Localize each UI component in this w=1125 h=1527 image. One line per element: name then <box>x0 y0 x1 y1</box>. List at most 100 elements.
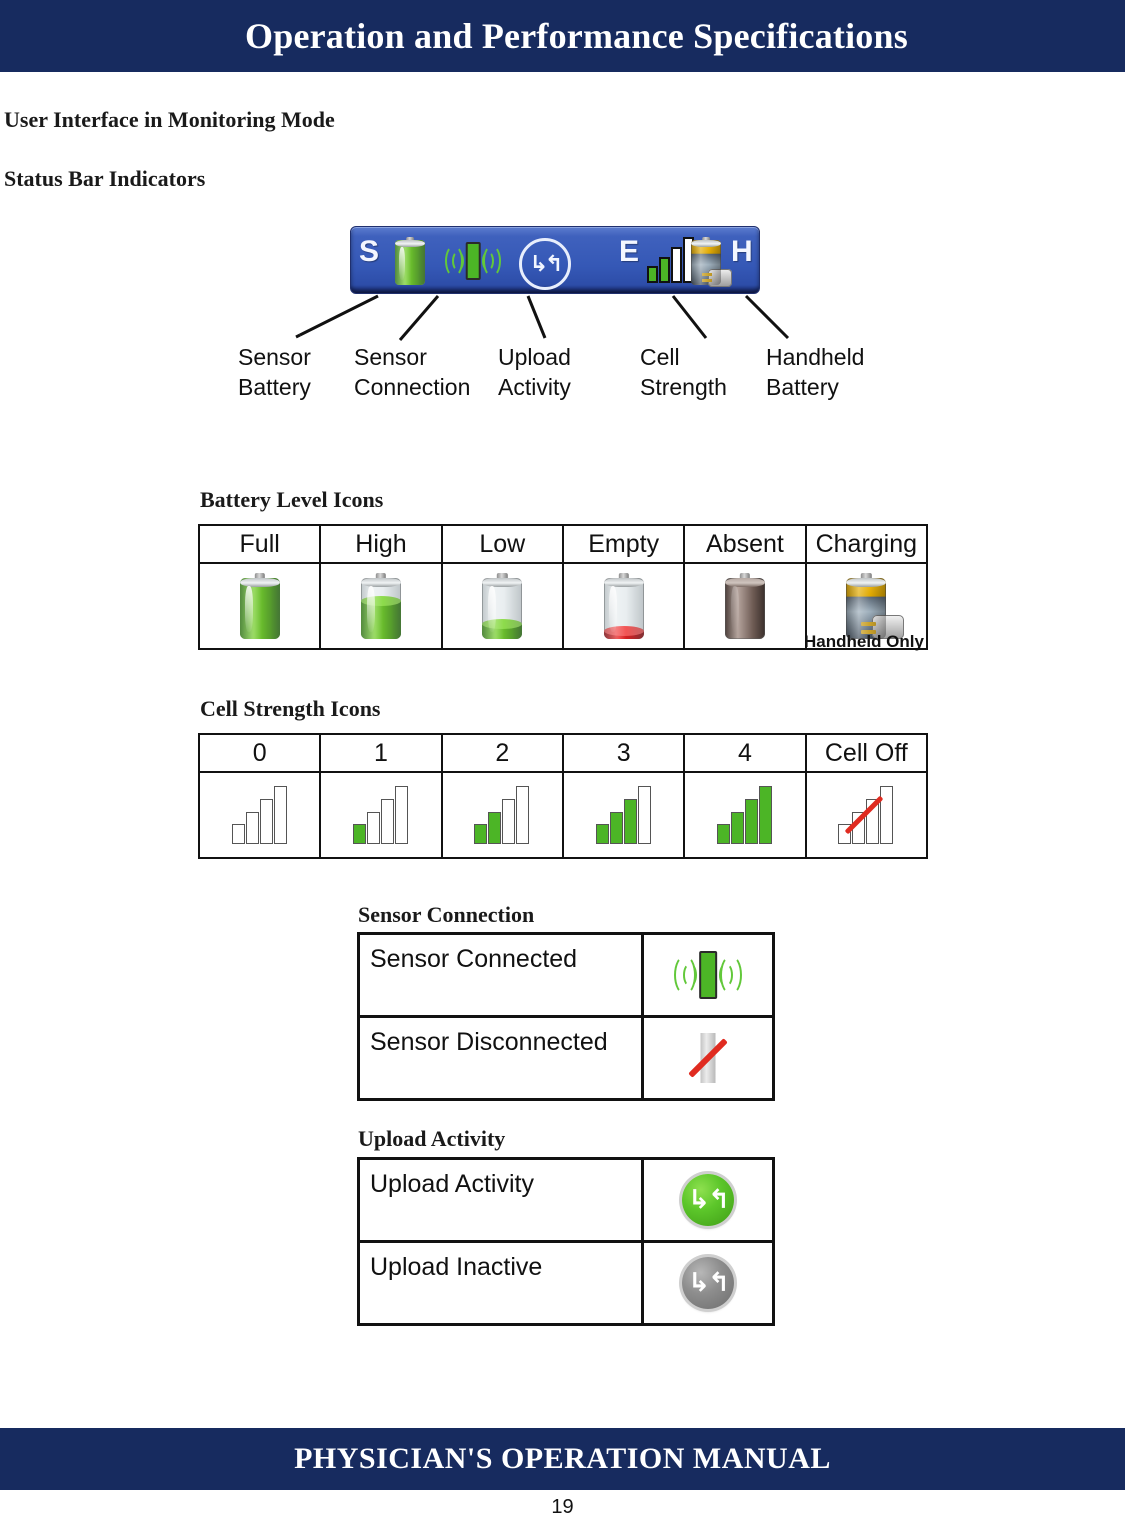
bar-3 <box>380 798 394 844</box>
table-header-row: Full High Low Empty Absent Charging <box>197 524 929 564</box>
cell-header-4: 4 <box>683 733 807 773</box>
cell-strength-off <box>804 771 929 859</box>
battery-full-icon <box>239 573 280 639</box>
battery-header-absent: Absent <box>683 524 807 564</box>
callout-cell-strength: Cell Strength <box>640 344 727 400</box>
wave-left-inner <box>683 963 697 987</box>
battery-header-full: Full <box>197 524 322 564</box>
cell-strength-0 <box>197 771 322 859</box>
status-bar-sensor-label: S <box>359 235 380 268</box>
table-header-row: 0 1 2 3 4 Cell Off <box>197 733 929 773</box>
battery-header-empty: Empty <box>561 524 686 564</box>
sensor-connected-label: Sensor Connected <box>357 932 644 1018</box>
upload-inactive-label: Upload Inactive <box>357 1240 644 1326</box>
upload-arrows-glyph: ↳↰ <box>529 251 564 277</box>
bar-4 <box>516 786 530 844</box>
heading-battery-level-icons: Battery Level Icons <box>200 487 384 512</box>
bar-1 <box>231 824 245 844</box>
upload-activity-icon: ↳↰ <box>519 238 571 290</box>
sensor-battery-icon <box>395 237 425 285</box>
battery-body <box>395 240 425 285</box>
battery-shoulder <box>846 577 887 588</box>
cell-header-2: 2 <box>440 733 564 773</box>
sensor-connected-icon <box>674 948 742 1002</box>
cell-strength-4 <box>683 771 807 859</box>
cell-strength-3 <box>561 771 686 859</box>
wave-left-inner <box>452 251 464 271</box>
status-bar: S ↳↰ E H <box>350 226 760 294</box>
battery-body <box>603 577 644 639</box>
upload-active-icon: ↳↰ <box>682 1174 734 1226</box>
battery-low-icon <box>482 573 523 639</box>
upload-activity-label: Upload Activity <box>357 1157 644 1243</box>
cell-header-cell-off: Cell Off <box>804 733 929 773</box>
bar-1 <box>647 266 658 283</box>
prohibition-icon <box>839 790 889 840</box>
status-bar-figure: S ↳↰ E H <box>350 226 760 294</box>
cell-strength-2 <box>440 771 564 859</box>
page-header: Operation and Performance Specifications <box>0 0 1125 72</box>
battery-shoulder <box>360 577 401 588</box>
battery-shoulder <box>482 577 523 588</box>
sensor-bar <box>699 951 717 999</box>
bar-2 <box>488 811 502 844</box>
bar-2 <box>245 811 259 844</box>
battery-header-charging: Charging <box>804 524 929 564</box>
heading-upload-activity: Upload Activity <box>358 1126 506 1151</box>
bar-1 <box>595 824 609 844</box>
sensor-connection-icon <box>445 239 501 283</box>
cell-strength-icon <box>647 237 695 283</box>
battery-body <box>846 577 887 639</box>
battery-shoulder <box>603 577 644 588</box>
bar-1 <box>474 824 488 844</box>
battery-cell-low <box>440 562 564 650</box>
bar-1 <box>352 824 366 844</box>
battery-header-high: High <box>319 524 443 564</box>
heading-user-interface: User Interface in Monitoring Mode <box>4 107 335 132</box>
page-number: 19 <box>551 1496 574 1518</box>
callout-upload-activity: Upload Activity <box>498 344 571 400</box>
sensor-connection-table: Sensor Connected Sensor Disconnected <box>357 932 775 1101</box>
upload-inactive-icon: ↳↰ <box>682 1257 734 1309</box>
battery-body <box>239 577 280 639</box>
sensor-disconnected-icon-cell <box>641 1015 775 1101</box>
battery-gloss <box>487 586 496 632</box>
heading-cell-strength-icons: Cell Strength Icons <box>200 696 381 721</box>
battery-gloss <box>730 586 739 632</box>
bar-1 <box>716 824 730 844</box>
upload-arrows-glyph: ↳↰ <box>688 1185 730 1215</box>
callout-sensor-battery: Sensor Battery <box>238 344 311 400</box>
sensor-connected-icon-cell <box>641 932 775 1018</box>
bar-2 <box>659 257 670 283</box>
sensor-disconnected-icon <box>681 1031 735 1085</box>
signal-bars-0-icon <box>231 786 288 844</box>
table-row: Upload Inactive ↳↰ <box>357 1240 775 1326</box>
bar-2 <box>366 811 380 844</box>
bar-4 <box>758 786 772 844</box>
bar-4 <box>273 786 287 844</box>
battery-shoulder <box>724 577 765 588</box>
battery-shoulder <box>239 577 280 588</box>
status-bar-handheld-label: H <box>731 235 753 268</box>
bar-4 <box>637 786 651 844</box>
callout-handheld-battery: Handheld Battery <box>766 344 865 400</box>
heading-sensor-connection: Sensor Connection <box>358 902 535 927</box>
battery-gloss <box>245 586 254 632</box>
bar-2 <box>609 811 623 844</box>
battery-high-icon <box>360 573 401 639</box>
battery-gloss <box>366 586 375 632</box>
page-title: Operation and Performance Specifications <box>245 16 908 56</box>
table-row <box>197 771 929 859</box>
battery-charging-icon <box>846 573 905 639</box>
wave-right-outer <box>483 245 501 277</box>
battery-absent-icon <box>724 573 765 639</box>
footer-title: PHYSICIAN'S OPERATION MANUAL <box>294 1442 831 1475</box>
battery-body <box>724 577 765 639</box>
battery-cell-full <box>197 562 322 650</box>
battery-empty-icon <box>603 573 644 639</box>
bar-3 <box>744 798 758 844</box>
table-row: Sensor Connected <box>357 932 775 1018</box>
cell-strength-1 <box>319 771 443 859</box>
cell-header-3: 3 <box>561 733 686 773</box>
battery-cell-empty <box>561 562 686 650</box>
